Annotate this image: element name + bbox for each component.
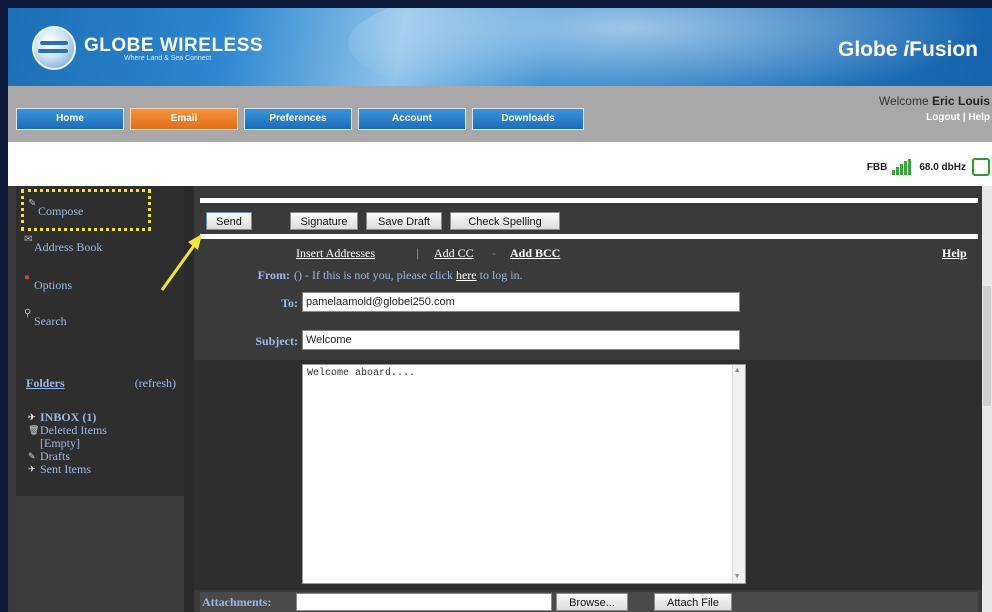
logo: GLOBE WIRELESS Where Land & Sea Connect (32, 26, 263, 70)
attachment-path-input[interactable] (296, 593, 552, 611)
compose-panel: Send Signature Save Draft Check Spelling… (194, 186, 982, 612)
insert-addresses-link[interactable]: Insert Addresses (296, 246, 375, 261)
login-here-link[interactable]: here (456, 268, 477, 282)
scrollbar-thumb[interactable] (983, 286, 991, 406)
from-label: From: (257, 268, 290, 282)
drafts-icon: ✎ (28, 451, 36, 461)
status-strip: FBB 68.0 dbHz (8, 142, 992, 186)
nav-bar: Home Email Preferences Account Downloads… (8, 86, 992, 142)
scroll-up-icon[interactable]: ▲ (735, 367, 739, 375)
compose-icon: ✎ (28, 198, 37, 209)
logo-name: GLOBE WIRELESS (84, 34, 264, 56)
browse-button[interactable]: Browse... (556, 593, 628, 611)
add-bcc-link[interactable]: Add BCC (510, 246, 560, 261)
to-label: To: (281, 296, 298, 310)
subject-label: Subject: (255, 334, 298, 348)
search-icon: ⚲ (24, 308, 32, 319)
connection-status: FBB 68.0 dbHz (867, 158, 990, 176)
network-label: FBB (866, 161, 888, 173)
save-draft-button[interactable]: Save Draft (366, 212, 442, 230)
trash-icon: 🗑 (28, 425, 40, 435)
message-body-textarea[interactable]: Welcome aboard.... ▲ ▼ (302, 364, 746, 584)
tab-preferences[interactable]: Preferences (244, 108, 352, 130)
signature-button[interactable]: Signature (290, 212, 358, 230)
tab-email[interactable]: Email (130, 108, 238, 130)
window-scrollbar[interactable] (982, 186, 992, 612)
folders-panel: Folders (refresh) ✈ INBOX (1) 🗑 Deleted … (26, 376, 176, 476)
tab-home[interactable]: Home (16, 108, 124, 130)
from-text: () - If this is not you, please click he… (294, 268, 523, 282)
send-button[interactable]: Send (206, 212, 252, 230)
address-book-icon: ✉ (24, 234, 33, 245)
connection-indicator-icon (972, 158, 990, 176)
textarea-scrollbar[interactable]: ▲ ▼ (732, 365, 745, 583)
scroll-down-icon[interactable]: ▼ (735, 573, 739, 581)
toolbar-bottom-line (200, 234, 978, 239)
sidebar-item-address-book[interactable]: ✉ Address Book (24, 234, 102, 255)
refresh-link[interactable]: (refresh) (135, 376, 176, 391)
to-field[interactable]: pamelaamold@globei250.com (302, 292, 740, 312)
help-link[interactable]: Help (968, 112, 990, 123)
sidebar-footer (16, 496, 184, 612)
logout-link[interactable]: Logout (926, 112, 960, 123)
sidebar-item-search[interactable]: ⚲ Search (24, 308, 67, 329)
check-spelling-button[interactable]: Check Spelling (450, 212, 560, 230)
user-name: Eric Louis (931, 94, 990, 108)
sidebar-item-compose[interactable]: ✎ Compose (28, 198, 83, 219)
tab-downloads[interactable]: Downloads (472, 108, 584, 130)
attachments-bar: Attachments: Browse... Attach File (200, 592, 978, 612)
subject-field[interactable]: Welcome (302, 330, 740, 350)
folder-sent-items[interactable]: ✈ Sent Items (28, 463, 176, 476)
signal-bars-icon (891, 159, 912, 175)
globe-logo-icon (32, 26, 76, 70)
annotation-arrow-icon (160, 234, 202, 291)
help-link-compose[interactable]: Help (942, 246, 967, 261)
tab-account[interactable]: Account (358, 108, 466, 130)
brand-title: Globe iFusion (837, 38, 978, 61)
toolbar-top-line (200, 198, 978, 203)
app-window: GLOBE WIRELESS Where Land & Sea Connect … (8, 8, 992, 612)
add-cc-link[interactable]: Add CC (434, 246, 474, 261)
sent-icon: ✈ (28, 464, 36, 474)
account-links: Logout | Help (926, 112, 990, 123)
welcome-text: Welcome Eric Louis (878, 94, 990, 108)
attachments-label: Attachments: (202, 595, 272, 609)
inbox-icon: ✈ (28, 412, 36, 422)
folders-link[interactable]: Folders (26, 376, 65, 391)
header: GLOBE WIRELESS Where Land & Sea Connect … (8, 8, 992, 86)
sidebar-item-options[interactable]: ● Options (24, 272, 72, 293)
signal-value: 68.0 dbHz (919, 161, 966, 173)
options-icon: ● (24, 272, 31, 283)
attach-file-button[interactable]: Attach File (654, 593, 732, 611)
